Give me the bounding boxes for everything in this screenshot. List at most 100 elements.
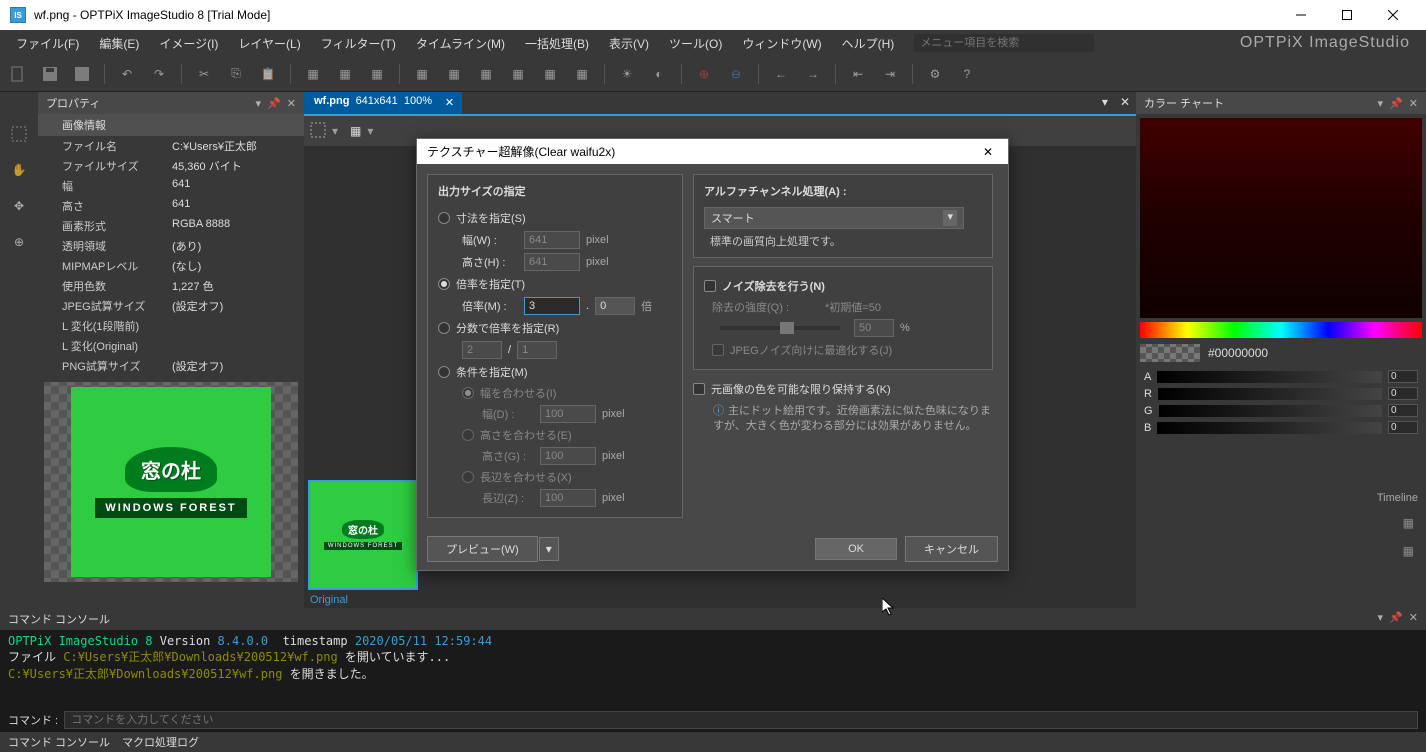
- pin-icon[interactable]: 📌: [1389, 97, 1403, 110]
- target-tool-icon[interactable]: ⊕: [7, 230, 31, 254]
- tool-icon[interactable]: ▦: [365, 62, 389, 86]
- menu-filter[interactable]: フィルター(T): [311, 31, 406, 56]
- console-tab-macro[interactable]: マクロ処理ログ: [122, 734, 199, 750]
- pin-icon[interactable]: 📌: [1389, 611, 1403, 627]
- menu-help[interactable]: ヘルプ(H): [832, 31, 905, 56]
- channel-slider-a[interactable]: [1157, 371, 1382, 383]
- save-as-icon[interactable]: [70, 62, 94, 86]
- command-input[interactable]: [64, 711, 1418, 729]
- marquee-tool-icon[interactable]: [7, 122, 31, 146]
- layer-tool-icon[interactable]: ▦: [350, 124, 361, 138]
- alpha-mode-select[interactable]: スマート▾: [704, 207, 964, 229]
- fit-width-input[interactable]: [540, 405, 596, 423]
- dropdown-icon[interactable]: ▾: [1378, 97, 1384, 110]
- undo-icon[interactable]: ↶: [115, 62, 139, 86]
- hand-tool-icon[interactable]: ✋: [7, 158, 31, 182]
- zoom-out-icon[interactable]: ⊖: [724, 62, 748, 86]
- nav-first-icon[interactable]: ⇤: [846, 62, 870, 86]
- radio-condition[interactable]: [438, 366, 450, 378]
- scale-dec-input[interactable]: [595, 297, 635, 315]
- tab-close-icon[interactable]: ✕: [445, 96, 454, 109]
- redo-icon[interactable]: ↷: [147, 62, 171, 86]
- radio-fraction[interactable]: [438, 322, 450, 334]
- preview-button[interactable]: プレビュー(W): [427, 536, 538, 562]
- save-icon[interactable]: [38, 62, 62, 86]
- minimize-button[interactable]: [1278, 0, 1324, 30]
- menu-window[interactable]: ウィンドウ(W): [732, 31, 831, 56]
- color-swatch[interactable]: [1140, 344, 1200, 362]
- tab-menu-icon[interactable]: ▾: [1096, 92, 1114, 116]
- close-panel-icon[interactable]: ✕: [1409, 611, 1418, 627]
- radio-fit-long[interactable]: [462, 471, 474, 483]
- preserve-colors-checkbox[interactable]: [693, 383, 705, 395]
- channel-slider-g[interactable]: [1159, 405, 1382, 417]
- fit-height-input[interactable]: [540, 447, 596, 465]
- fraction-den-input[interactable]: [517, 341, 557, 359]
- new-icon[interactable]: [6, 62, 30, 86]
- radio-fit-height[interactable]: [462, 429, 474, 441]
- contrast-icon[interactable]: ◐: [647, 62, 671, 86]
- document-tab[interactable]: wf.png 641x641 100% ✕: [304, 92, 462, 116]
- channel-slider-b[interactable]: [1157, 422, 1382, 434]
- menu-tools[interactable]: ツール(O): [659, 31, 732, 56]
- menu-search-input[interactable]: [914, 34, 1094, 52]
- menu-batch[interactable]: 一括処理(B): [515, 31, 599, 56]
- radio-fit-width[interactable]: [462, 387, 474, 399]
- tool-icon[interactable]: ▦: [474, 62, 498, 86]
- jpeg-noise-checkbox[interactable]: [712, 344, 724, 356]
- hue-slider[interactable]: [1140, 322, 1422, 338]
- menu-file[interactable]: ファイル(F): [6, 31, 89, 56]
- paste-icon[interactable]: 📋: [256, 62, 280, 86]
- fit-long-input[interactable]: [540, 489, 596, 507]
- dialog-close-icon[interactable]: ✕: [978, 145, 998, 159]
- width-input[interactable]: [524, 231, 580, 249]
- scale-int-input[interactable]: [524, 297, 580, 315]
- move-tool-icon[interactable]: ✥: [7, 194, 31, 218]
- height-input[interactable]: [524, 253, 580, 271]
- settings-icon[interactable]: ⚙: [923, 62, 947, 86]
- menu-layer[interactable]: レイヤー(L): [228, 31, 310, 56]
- tool-icon[interactable]: ▦: [538, 62, 562, 86]
- cancel-button[interactable]: キャンセル: [905, 536, 998, 562]
- tool-icon[interactable]: ▦: [333, 62, 357, 86]
- original-thumbnail[interactable]: 窓の杜 WINDOWS FOREST: [308, 480, 418, 590]
- preview-dropdown-icon[interactable]: ▾: [539, 537, 559, 561]
- channel-input-g[interactable]: [1388, 404, 1418, 417]
- menu-timeline[interactable]: タイムライン(M): [406, 31, 515, 56]
- timeline-icon[interactable]: ▦: [1148, 516, 1414, 530]
- maximize-button[interactable]: [1324, 0, 1370, 30]
- noise-strength-slider[interactable]: [720, 326, 840, 330]
- tab-close-all-icon[interactable]: ✕: [1114, 92, 1136, 116]
- menu-edit[interactable]: 編集(E): [89, 31, 149, 56]
- pin-icon[interactable]: 📌: [267, 97, 281, 110]
- nav-back-icon[interactable]: ←: [769, 62, 793, 86]
- radio-scale[interactable]: [438, 278, 450, 290]
- channel-slider-r[interactable]: [1158, 388, 1382, 400]
- noise-value-input[interactable]: [854, 319, 894, 337]
- zoom-in-icon[interactable]: ⊕: [692, 62, 716, 86]
- console-tab-commands[interactable]: コマンド コンソール: [8, 734, 110, 750]
- help-icon[interactable]: ?: [955, 62, 979, 86]
- tool-icon[interactable]: ▦: [410, 62, 434, 86]
- close-panel-icon[interactable]: ✕: [1409, 97, 1418, 110]
- copy-icon[interactable]: ⎘: [224, 62, 248, 86]
- radio-dimensions[interactable]: [438, 212, 450, 224]
- noise-removal-checkbox[interactable]: [704, 280, 716, 292]
- tool-icon[interactable]: ▦: [301, 62, 325, 86]
- channel-input-r[interactable]: [1388, 387, 1418, 400]
- dropdown-icon[interactable]: ▾: [1378, 611, 1384, 627]
- timeline-icon[interactable]: ▦: [1148, 544, 1414, 558]
- close-panel-icon[interactable]: ✕: [287, 97, 296, 110]
- menu-view[interactable]: 表示(V): [599, 31, 659, 56]
- cut-icon[interactable]: ✂: [192, 62, 216, 86]
- fraction-num-input[interactable]: [462, 341, 502, 359]
- ok-button[interactable]: OK: [815, 538, 897, 560]
- tool-icon[interactable]: ▦: [570, 62, 594, 86]
- nav-fwd-icon[interactable]: →: [801, 62, 825, 86]
- color-gradient[interactable]: [1140, 118, 1422, 318]
- dropdown-icon[interactable]: ▾: [256, 97, 262, 110]
- tool-icon[interactable]: ▦: [506, 62, 530, 86]
- tool-icon[interactable]: ▦: [442, 62, 466, 86]
- menu-image[interactable]: イメージ(I): [149, 31, 228, 56]
- channel-input-b[interactable]: [1388, 421, 1418, 434]
